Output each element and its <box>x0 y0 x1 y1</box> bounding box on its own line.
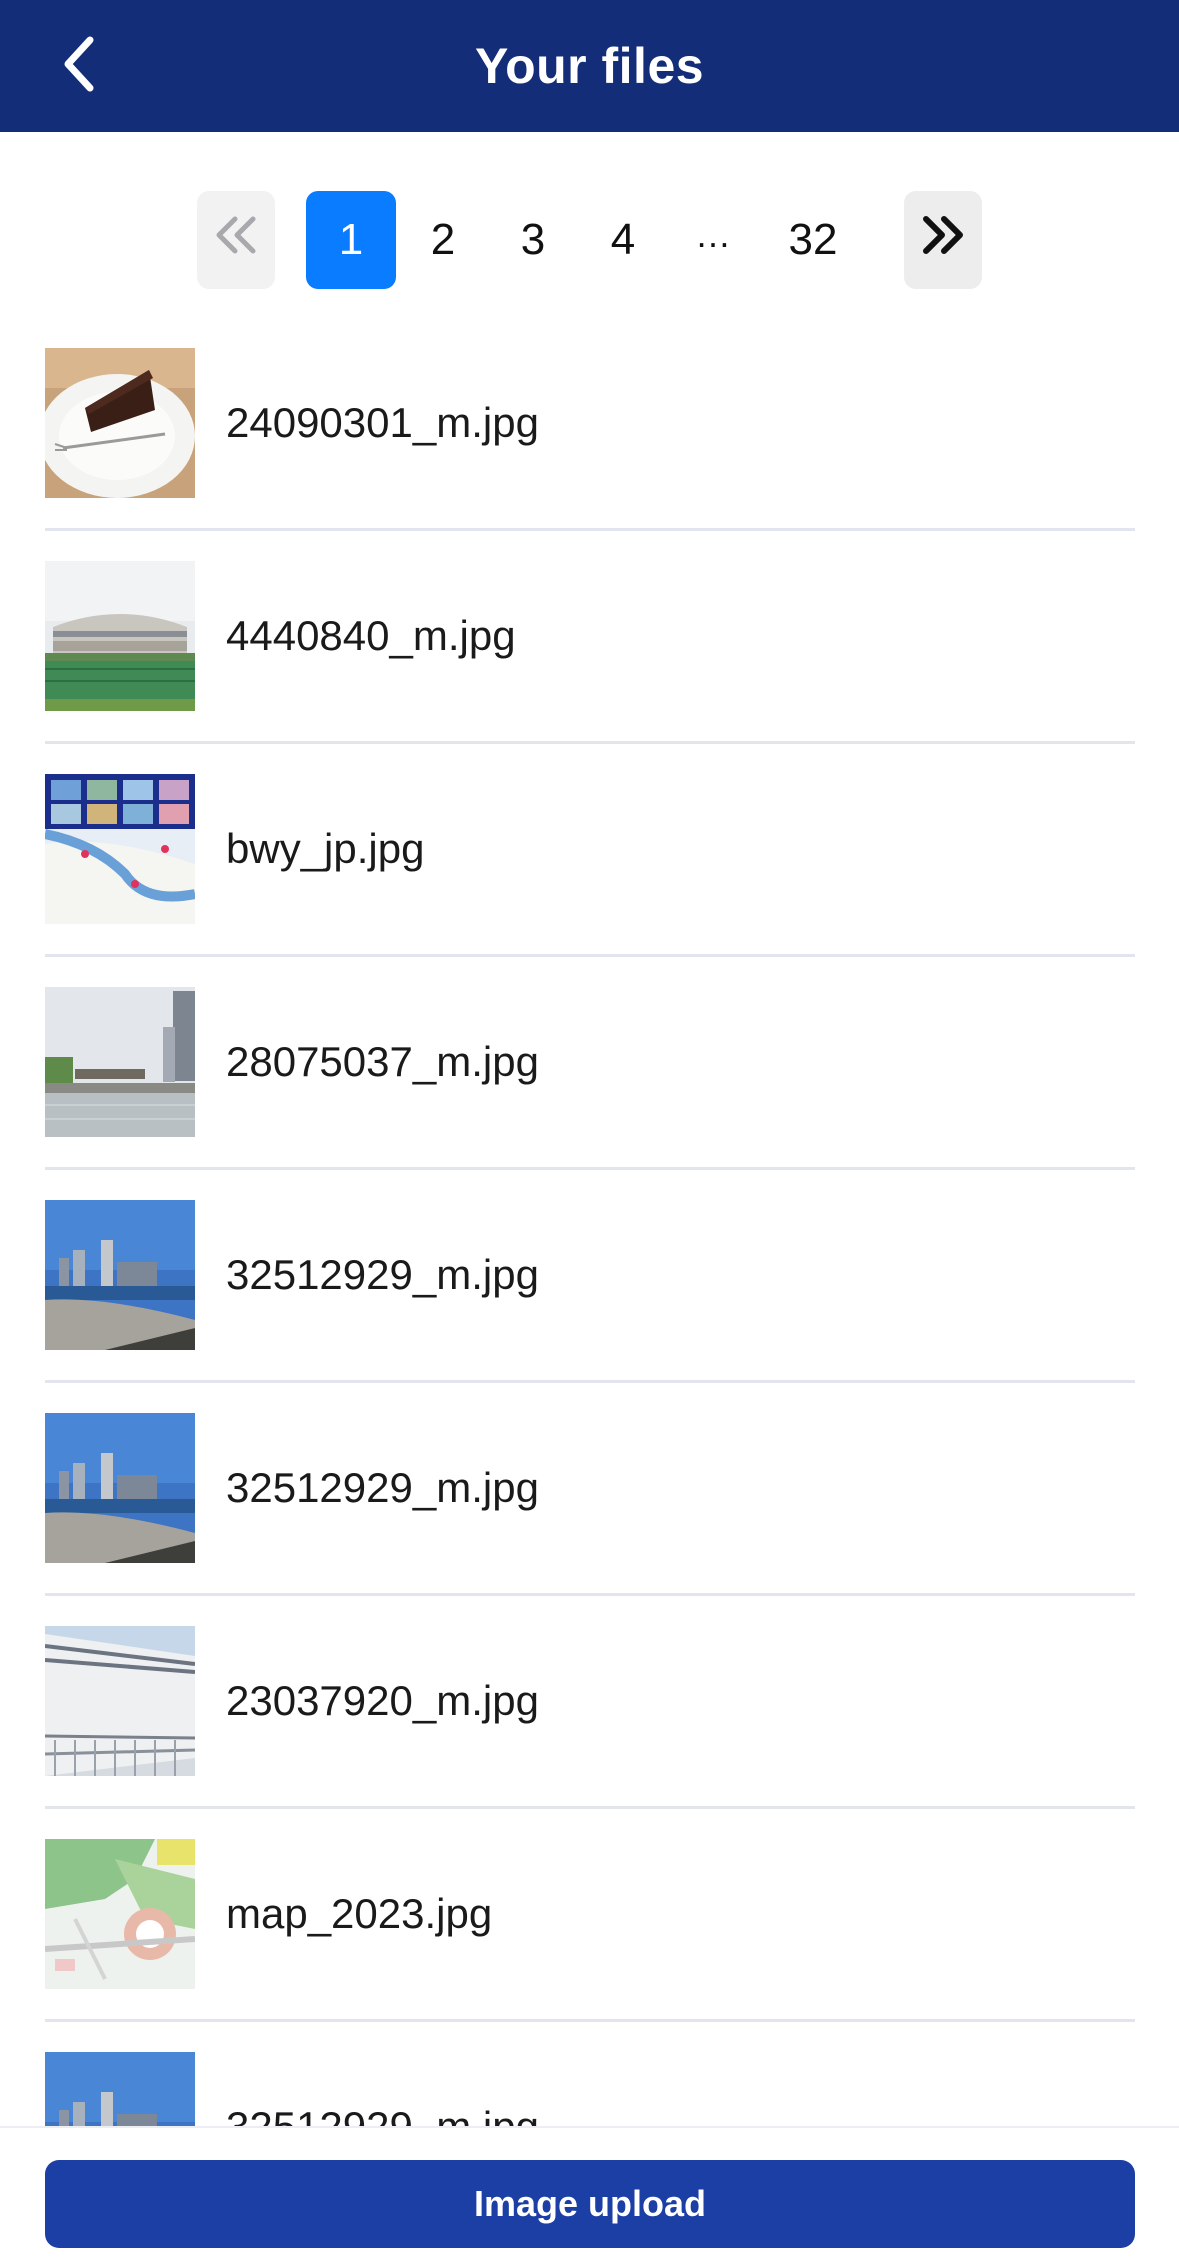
file-row[interactable]: 28075037_m.jpg <box>45 957 1135 1170</box>
page-button[interactable]: 2 <box>403 191 483 289</box>
file-name: map_2023.jpg <box>226 1890 493 1937</box>
cake-photo-thumbnail <box>45 348 195 498</box>
file-name: 32512929_m.jpg <box>226 1251 539 1298</box>
page-button[interactable]: 4 <box>583 191 663 289</box>
file-name: 23037920_m.jpg <box>226 1677 539 1724</box>
chevron-left-icon <box>60 34 100 99</box>
river-photo-thumbnail <box>45 987 195 1137</box>
file-list: 24090301_m.jpg 4440840_m.jpg bwy_jp.jpg … <box>45 318 1135 2126</box>
file-row[interactable]: 32512929_m.jpg <box>45 1383 1135 1596</box>
last-page-button[interactable] <box>904 191 982 289</box>
bottom-bar: Image upload <box>0 2126 1179 2260</box>
pagination-ellipsis: … <box>695 214 731 255</box>
file-row[interactable]: 24090301_m.jpg <box>45 318 1135 531</box>
map-brochure-thumbnail <box>45 774 195 924</box>
page-button-current[interactable]: 1 <box>306 191 396 289</box>
file-row[interactable]: bwy_jp.jpg <box>45 744 1135 957</box>
file-name: 28075037_m.jpg <box>226 1038 539 1085</box>
park-map-thumbnail <box>45 1839 195 1989</box>
last-page-number-button[interactable]: 32 <box>763 191 863 289</box>
waterfront-photo-thumbnail <box>45 2052 195 2126</box>
image-upload-button[interactable]: Image upload <box>45 2160 1135 2248</box>
building-photo-thumbnail <box>45 1626 195 1776</box>
file-name: 32512929_m.jpg <box>226 1464 539 1511</box>
file-row[interactable]: 23037920_m.jpg <box>45 1596 1135 1809</box>
waterfront-photo-thumbnail <box>45 1200 195 1350</box>
double-chevron-left-icon <box>213 215 259 266</box>
app-root: Your files 1 2 3 4 … 32 24090301_m.jpg 4… <box>0 0 1179 2260</box>
file-name: 32512929_m.jpg <box>226 2103 539 2126</box>
back-button[interactable] <box>40 26 120 106</box>
waterfront-photo-thumbnail <box>45 1413 195 1563</box>
first-page-button[interactable] <box>197 191 275 289</box>
file-row[interactable]: 32512929_m.jpg <box>45 2022 1135 2126</box>
page-title: Your files <box>474 38 705 94</box>
file-name: 24090301_m.jpg <box>226 399 539 446</box>
pagination: 1 2 3 4 … 32 <box>0 190 1179 290</box>
file-name: 4440840_m.jpg <box>226 612 516 659</box>
file-row[interactable]: 32512929_m.jpg <box>45 1170 1135 1383</box>
file-row[interactable]: map_2023.jpg <box>45 1809 1135 2022</box>
page-button[interactable]: 3 <box>493 191 573 289</box>
file-name: bwy_jp.jpg <box>226 825 425 872</box>
stadium-photo-thumbnail <box>45 561 195 711</box>
file-row[interactable]: 4440840_m.jpg <box>45 531 1135 744</box>
header-bar: Your files <box>0 0 1179 132</box>
double-chevron-right-icon <box>920 215 966 266</box>
